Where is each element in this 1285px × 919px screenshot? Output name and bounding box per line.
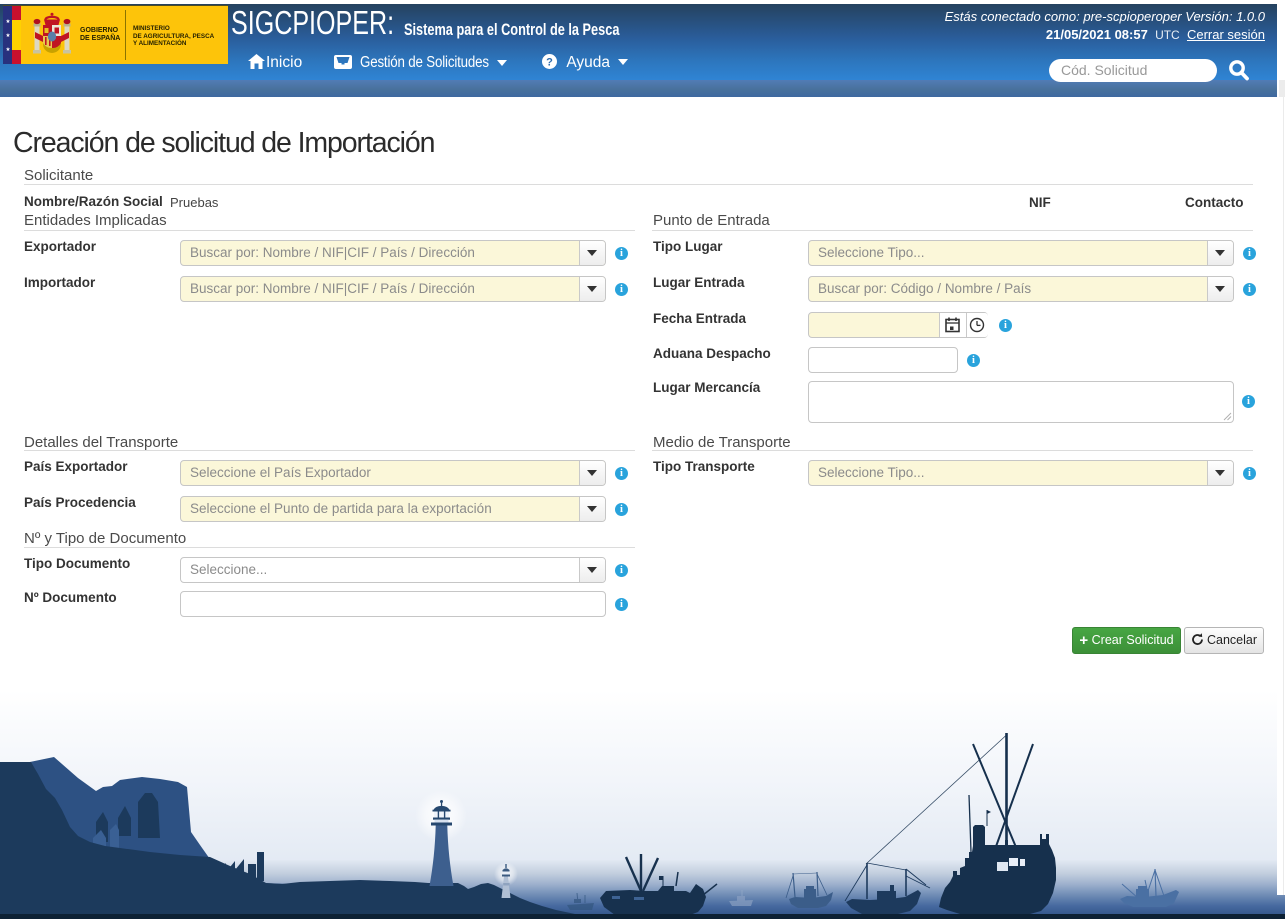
- svg-text:?: ?: [546, 57, 553, 69]
